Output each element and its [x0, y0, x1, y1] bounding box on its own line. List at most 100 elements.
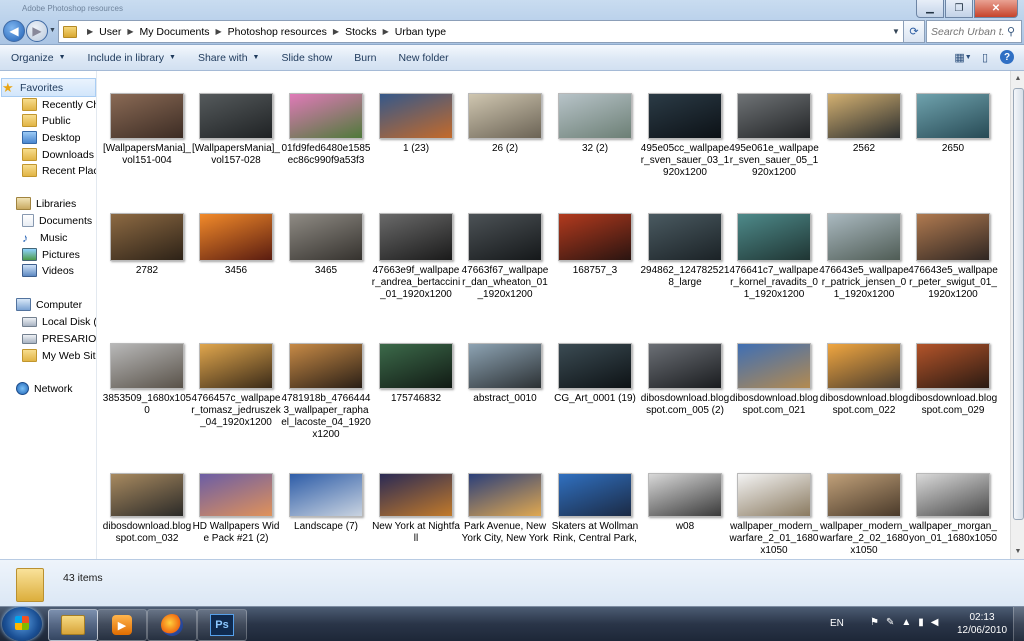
file-item[interactable]: 3465: [281, 212, 371, 332]
file-item[interactable]: dibosdownload.blogspot.com_021: [729, 342, 819, 462]
file-item[interactable]: Park Avenue, New York City, New York: [460, 472, 550, 559]
breadcrumb-user[interactable]: User: [99, 26, 121, 38]
new-folder-button[interactable]: New folder: [387, 45, 459, 70]
file-item[interactable]: 32 (2): [550, 92, 640, 212]
file-item[interactable]: 1 (23): [371, 92, 461, 212]
file-item[interactable]: dibosdownload.blogspot.com_022: [819, 342, 909, 462]
file-item[interactable]: dibosdownload.blogspot.com_032: [102, 472, 192, 559]
search-icon[interactable]: ⚲: [1007, 25, 1015, 38]
file-item[interactable]: New York at Nightfall: [371, 472, 461, 559]
breadcrumb-stocks[interactable]: Stocks: [345, 26, 377, 38]
file-item[interactable]: CG_Art_0001 (19): [550, 342, 640, 462]
file-item[interactable]: w08: [640, 472, 730, 559]
scrollbar-thumb[interactable]: [1013, 88, 1024, 520]
nav-videos[interactable]: Videos: [22, 262, 74, 279]
file-item[interactable]: dibosdownload.blogspot.com_029: [908, 342, 998, 462]
address-bar[interactable]: ▶ User ▶ My Documents ▶ Photoshop resour…: [58, 20, 905, 43]
file-item[interactable]: 26 (2): [460, 92, 550, 212]
chevron-right-icon[interactable]: ▶: [383, 27, 389, 36]
file-item[interactable]: 294862_1247825218_large: [640, 212, 730, 332]
file-item[interactable]: 2782: [102, 212, 192, 332]
volume-icon[interactable]: ◀: [931, 617, 939, 628]
burn-button[interactable]: Burn: [343, 45, 387, 70]
file-item[interactable]: 168757_3: [550, 212, 640, 332]
close-button[interactable]: ✕: [974, 0, 1018, 18]
file-item[interactable]: wallpaper_morgan_yon_01_1680x1050: [908, 472, 998, 559]
nav-pictures[interactable]: Pictures: [22, 246, 80, 263]
chevron-right-icon[interactable]: ▶: [127, 27, 133, 36]
help-button[interactable]: ?: [996, 48, 1018, 66]
network-signal-icon[interactable]: ▮: [918, 617, 924, 628]
slide-show-button[interactable]: Slide show: [270, 45, 343, 70]
nav-computer[interactable]: Computer: [16, 296, 82, 313]
file-item[interactable]: HD Wallpapers Wide Pack #21 (2): [191, 472, 281, 559]
flag-icon[interactable]: ⚑: [870, 617, 879, 628]
nav-favorites[interactable]: ★ Favorites: [1, 78, 96, 97]
file-item[interactable]: Skaters at Wollman Rink, Central Park,: [550, 472, 640, 559]
file-item[interactable]: wallpaper_modern_warfare_2_02_1680x1050: [819, 472, 909, 559]
file-item[interactable]: 476641c7_wallpaper_kornel_ravadits_01_19…: [729, 212, 819, 332]
language-indicator[interactable]: EN: [830, 618, 844, 629]
file-item[interactable]: 4781918b_47664443_wallpaper_raphael_laco…: [281, 342, 371, 462]
chevron-right-icon[interactable]: ▶: [216, 27, 222, 36]
file-item[interactable]: 3456: [191, 212, 281, 332]
search-box[interactable]: ⚲: [926, 20, 1022, 43]
include-in-library-button[interactable]: Include in library ▼: [77, 45, 187, 70]
search-input[interactable]: [927, 24, 1007, 39]
file-item[interactable]: 175746832: [371, 342, 461, 462]
breadcrumb-photoshop-resources[interactable]: Photoshop resources: [228, 26, 327, 38]
recent-pages-dropdown[interactable]: ▼: [49, 27, 56, 34]
start-button[interactable]: [2, 607, 42, 641]
nav-documents[interactable]: Documents: [22, 212, 92, 229]
file-item[interactable]: 476643e5_wallpaper_peter_swigut_01_1920x…: [908, 212, 998, 332]
show-desktop-button[interactable]: [1013, 607, 1024, 641]
back-button[interactable]: ◀: [3, 20, 25, 42]
breadcrumb-urban-type[interactable]: Urban type: [395, 26, 446, 38]
file-item[interactable]: 2650: [908, 92, 998, 212]
nav-my-web-sites[interactable]: My Web Site: [22, 347, 96, 364]
file-item[interactable]: 47663f67_wallpaper_dan_wheaton_01_1920x1…: [460, 212, 550, 332]
maximize-button[interactable]: ❐: [945, 0, 973, 18]
file-item[interactable]: [WallpapersMania]_vol157-028: [191, 92, 281, 212]
file-item[interactable]: 495e061e_wallpaper_sven_sauer_05_1920x12…: [729, 92, 819, 212]
file-item[interactable]: 47663e9f_wallpaper_andrea_bertaccini_01_…: [371, 212, 461, 332]
file-item[interactable]: 476643e5_wallpaper_patrick_jensen_01_192…: [819, 212, 909, 332]
forward-button[interactable]: ▶: [26, 20, 48, 42]
nav-downloads[interactable]: Downloads: [22, 146, 94, 163]
scroll-up-arrow-icon[interactable]: ▲: [1011, 71, 1024, 86]
preview-pane-button[interactable]: ▯: [974, 48, 996, 66]
taskbar-firefox-button[interactable]: [147, 609, 197, 641]
file-item[interactable]: dibosdownload.blogspot.com_005 (2): [640, 342, 730, 462]
nav-recent-places[interactable]: Recent Place: [22, 162, 96, 179]
file-item[interactable]: [WallpapersMania]_vol151-004: [102, 92, 192, 212]
change-view-button[interactable]: ▦ ▼: [952, 48, 974, 66]
file-item[interactable]: Landscape (7): [281, 472, 371, 559]
taskbar-media-player-button[interactable]: ▶: [97, 609, 147, 641]
breadcrumb-my-documents[interactable]: My Documents: [139, 26, 209, 38]
file-item[interactable]: 01fd9fed6480e1585ec86c990f9a53f3: [281, 92, 371, 212]
address-dropdown-button[interactable]: ▼: [888, 27, 904, 36]
file-item[interactable]: abstract_0010: [460, 342, 550, 462]
scroll-down-arrow-icon[interactable]: ▼: [1011, 544, 1024, 559]
nav-music[interactable]: ♪ Music: [22, 229, 67, 246]
minimize-button[interactable]: ▁: [916, 0, 944, 18]
nav-recently-changed[interactable]: Recently Cha: [22, 96, 96, 113]
taskbar-photoshop-button[interactable]: Ps: [197, 609, 247, 641]
file-item[interactable]: 4766457c_wallpaper_tomasz_jedruszek_04_1…: [191, 342, 281, 462]
file-item[interactable]: 2562: [819, 92, 909, 212]
vertical-scrollbar[interactable]: ▲ ▼: [1010, 71, 1024, 559]
taskbar-explorer-button[interactable]: [48, 609, 98, 641]
share-with-button[interactable]: Share with ▼: [187, 45, 271, 70]
nav-network[interactable]: Network: [16, 380, 73, 397]
file-item[interactable]: wallpaper_modern_warfare_2_01_1680x1050: [729, 472, 819, 559]
nav-public[interactable]: Public: [22, 112, 71, 129]
nav-desktop[interactable]: Desktop: [22, 129, 81, 146]
clock[interactable]: 02:13 12/06/2010: [952, 611, 1012, 637]
file-item[interactable]: 3853509_1680x1050: [102, 342, 192, 462]
show-hidden-icons-icon[interactable]: ▲: [901, 617, 911, 628]
refresh-button[interactable]: ⟳: [903, 20, 925, 43]
chevron-right-icon[interactable]: ▶: [333, 27, 339, 36]
nav-presario[interactable]: PRESARIO_RI: [22, 330, 96, 347]
file-item[interactable]: 495e05cc_wallpaper_sven_sauer_03_1920x12…: [640, 92, 730, 212]
organize-button[interactable]: Organize ▼: [0, 45, 77, 70]
